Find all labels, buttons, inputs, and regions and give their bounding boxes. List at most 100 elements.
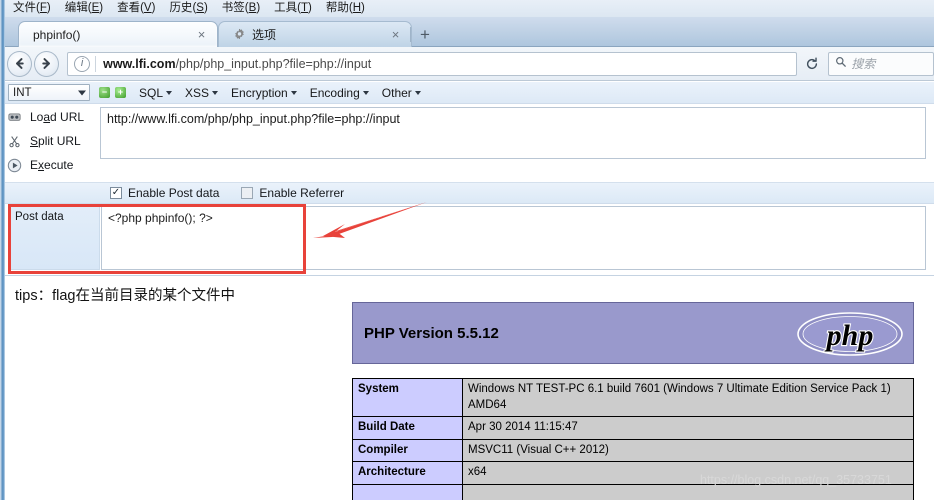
menu-encoding-label: Encoding xyxy=(309,85,360,100)
php-version-text: PHP Version 5.5.12 xyxy=(364,324,499,342)
menu-other-label: Other xyxy=(381,85,412,100)
tab-phpinfo[interactable]: phpinfo() × xyxy=(18,21,218,47)
split-url-button[interactable]: Split URL xyxy=(0,129,100,153)
menu-encryption-label: Encryption xyxy=(231,85,288,100)
gear-icon xyxy=(233,28,246,41)
collapse-icon[interactable]: − xyxy=(99,87,110,98)
php-logo-icon: php xyxy=(795,309,905,359)
execute-label: Execute xyxy=(30,158,74,172)
menu-item-help-label: 帮助 xyxy=(325,2,349,14)
play-icon xyxy=(6,157,23,174)
table-row: Architecture x64 xyxy=(352,461,914,485)
menu-other[interactable]: Other xyxy=(382,86,421,100)
expand-icon[interactable]: + xyxy=(115,87,126,98)
tab-options-close-icon[interactable]: × xyxy=(388,27,403,42)
enable-referrer-checkbox[interactable] xyxy=(241,187,254,199)
table-row: Build Date Apr 30 2014 11:15:47 xyxy=(352,416,914,440)
menu-item-help[interactable]: 帮助(H) xyxy=(319,0,372,17)
browser-window: 文件(F) 编辑(E) 查看(V) 历史(S) 书签(B) 工具(T) 帮助(H… xyxy=(0,0,934,500)
url-bar[interactable]: i www.lfi.com/php/php_input.php?file=php… xyxy=(67,51,798,76)
menu-bar: 文件(F) 编辑(E) 查看(V) 历史(S) 书签(B) 工具(T) 帮助(H… xyxy=(0,0,934,17)
table-cell-key: Architecture xyxy=(352,461,463,485)
enable-post-data-checkbox[interactable]: ✓ xyxy=(110,187,122,199)
chevron-down-icon xyxy=(212,90,219,95)
hackbar-button-column: Load URL Split URL Execute xyxy=(0,105,100,177)
tab-strip: phpinfo() × 选项 × + xyxy=(0,17,934,47)
load-url-icon xyxy=(6,109,23,126)
tab-options[interactable]: 选项 × xyxy=(218,21,412,47)
page-content: tips：flag在当前目录的某个文件中 PHP Version 5.5.12 … xyxy=(5,277,934,500)
search-placeholder-text: 搜索 xyxy=(851,57,876,71)
type-select[interactable]: INT xyxy=(8,84,90,101)
reload-icon[interactable] xyxy=(799,52,824,76)
menu-xss-label: XSS xyxy=(185,85,210,100)
menu-item-edit[interactable]: 编辑(E) xyxy=(58,0,110,17)
tab-phpinfo-close-icon[interactable]: × xyxy=(194,27,209,42)
reload-glyph xyxy=(806,57,817,69)
url-path: /php/php_input.php?file=php://input xyxy=(175,56,372,71)
hackbar-panel: INT − + SQL XSS Encryption Encoding Othe… xyxy=(0,82,934,276)
menu-xss[interactable]: XSS xyxy=(185,85,219,100)
menu-item-file[interactable]: 文件(F) xyxy=(6,0,58,17)
menu-sql-label: SQL xyxy=(139,85,164,100)
menu-item-tools-acc: T xyxy=(301,2,309,14)
new-tab-button[interactable]: + xyxy=(414,24,436,44)
back-arrow-glyph xyxy=(16,58,24,69)
menu-item-view-acc: V xyxy=(143,2,152,14)
hackbar-toolbar: INT − + SQL XSS Encryption Encoding Othe… xyxy=(0,82,934,104)
tab-options-label: 选项 xyxy=(252,28,277,42)
forward-arrow-glyph xyxy=(42,58,50,69)
menu-item-history-acc: S xyxy=(196,2,204,14)
menu-item-history[interactable]: 历史(S) xyxy=(162,0,214,17)
load-url-label: Load URL xyxy=(30,110,85,124)
php-version-banner: PHP Version 5.5.12 php xyxy=(352,302,914,364)
phpinfo-table: System Windows NT TEST-PC 6.1 build 7601… xyxy=(352,377,914,500)
enable-referrer-option[interactable]: Enable Referrer xyxy=(241,186,344,200)
chevron-down-icon xyxy=(362,90,369,95)
site-info-icon[interactable]: i xyxy=(74,55,91,72)
url-textarea[interactable]: http://www.lfi.com/php/php_input.php?fil… xyxy=(100,107,926,159)
menu-item-edit-label: 编辑 xyxy=(64,2,88,14)
back-arrow-icon[interactable] xyxy=(7,50,33,77)
phpinfo-output: PHP Version 5.5.12 php System Windows NT… xyxy=(352,302,914,500)
chevron-down-icon xyxy=(414,90,421,95)
enable-post-data-label: Enable Post data xyxy=(128,186,220,200)
svg-text:php: php xyxy=(824,319,874,352)
table-row: System Windows NT TEST-PC 6.1 build 7601… xyxy=(352,377,914,418)
execute-button[interactable]: Execute xyxy=(0,153,100,177)
window-left-edge xyxy=(0,0,5,500)
menu-item-view[interactable]: 查看(V) xyxy=(110,0,162,17)
menu-encoding[interactable]: Encoding xyxy=(310,86,369,100)
menu-item-history-label: 历史 xyxy=(169,2,193,14)
post-data-label: Post data xyxy=(8,206,100,270)
post-data-textarea[interactable]: <?php phpinfo(); ?> xyxy=(101,206,304,270)
search-icon xyxy=(835,56,847,71)
menu-item-bookmarks[interactable]: 书签(B) xyxy=(215,0,267,17)
menu-item-view-label: 查看 xyxy=(117,2,141,14)
chevron-down-icon xyxy=(166,90,173,95)
menu-item-tools[interactable]: 工具(T) xyxy=(267,0,319,17)
post-data-filler xyxy=(305,206,926,270)
menu-sql[interactable]: SQL xyxy=(139,85,173,100)
menu-item-file-acc: F xyxy=(39,2,47,14)
menu-encryption[interactable]: Encryption xyxy=(231,86,297,100)
table-cell-key: Compiler xyxy=(352,438,463,463)
menu-item-tools-label: 工具 xyxy=(274,2,298,14)
table-row-partial xyxy=(352,483,914,500)
tab-phpinfo-label: phpinfo() xyxy=(33,27,81,42)
scissors-icon xyxy=(6,133,23,150)
enable-post-data-option[interactable]: ✓ Enable Post data xyxy=(110,186,219,200)
table-cell-value: Windows NT TEST-PC 6.1 build 7601 (Windo… xyxy=(462,377,914,418)
table-cell-value: MSVC11 (Visual C++ 2012) xyxy=(462,438,914,463)
tab-separator xyxy=(410,27,411,42)
search-input[interactable]: 搜索 xyxy=(828,51,934,76)
menu-item-file-label: 文件 xyxy=(13,2,36,14)
menu-item-help-acc: H xyxy=(352,2,362,14)
forward-arrow-icon[interactable] xyxy=(34,50,60,77)
url-text: www.lfi.com/php/php_input.php?file=php:/… xyxy=(103,57,371,71)
url-domain: www.lfi.com xyxy=(103,56,176,71)
load-url-button[interactable]: Load URL xyxy=(0,105,100,129)
menu-item-edit-acc: E xyxy=(91,2,100,14)
table-cell-value xyxy=(462,483,914,500)
url-divider xyxy=(95,55,97,72)
